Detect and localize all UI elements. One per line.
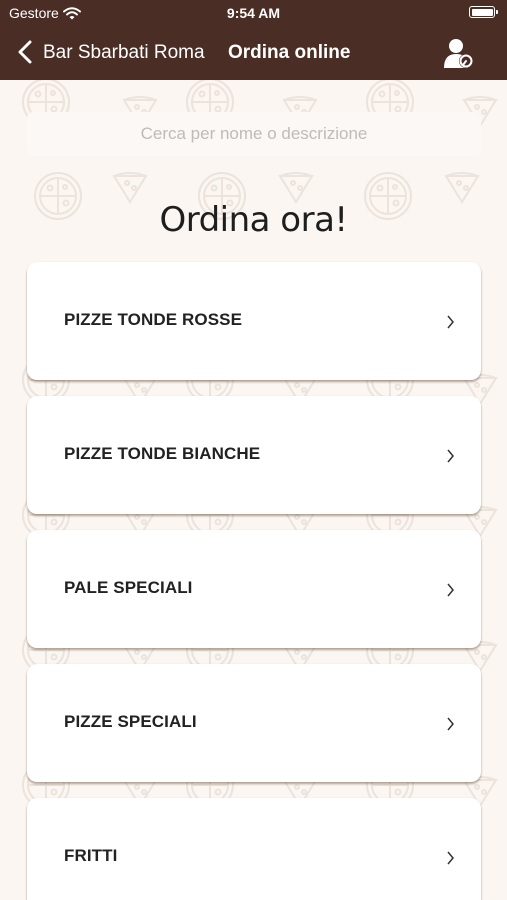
search-input[interactable] [27,112,481,156]
page-title: Ordina online [228,42,351,63]
category-label: PALE SPECIALI [64,578,193,597]
status-bar: Gestore 9:54 AM [0,0,507,28]
user-account-icon[interactable] [442,36,476,70]
app-header: Gestore 9:54 AM Bar Sbarbati Roma Ordina… [0,0,507,80]
category-label: PIZZE TONDE ROSSE [64,310,243,329]
page-heading: Ordina ora! [159,200,348,240]
category-card-pizze-speciali[interactable]: PIZZE SPECIALI [27,664,481,782]
category-card-pizze-tonde-bianche[interactable]: PIZZE TONDE BIANCHE [27,396,481,514]
chevron-right-icon [447,583,454,597]
category-label: FRITTI [64,846,118,865]
category-label: PIZZE TONDE BIANCHE [64,444,261,463]
back-chevron-icon[interactable] [12,38,40,66]
chevron-right-icon [447,449,454,463]
chevron-right-icon [447,315,454,329]
category-card-fritti[interactable]: FRITTI [27,798,481,900]
back-button-label[interactable]: Bar Sbarbati Roma [43,42,205,64]
category-card-pale-speciali[interactable]: PALE SPECIALI [27,530,481,648]
navigation-bar: Bar Sbarbati Roma Ordina online [0,28,507,80]
status-time: 9:54 AM [226,5,281,21]
category-card-pizze-tonde-rosse[interactable]: PIZZE TONDE ROSSE [27,262,481,380]
chevron-right-icon [447,851,454,865]
chevron-right-icon [447,717,454,731]
category-label: PIZZE SPECIALI [64,712,197,731]
battery-icon [469,6,498,18]
